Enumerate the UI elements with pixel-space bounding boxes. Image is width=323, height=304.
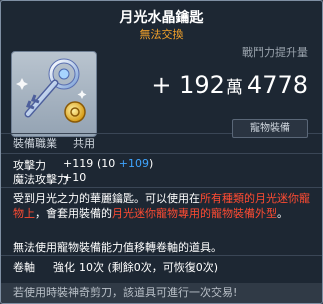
transfer-note: 無法使用寵物裝備能力值移轉卷軸的道具。 [13, 241, 222, 254]
item-name: 月光水晶鑰匙 [119, 10, 204, 26]
stat-total: +119 [63, 157, 94, 170]
power-value-a: 192 [179, 71, 225, 99]
combat-power-label: 戰鬥力提升量 [242, 46, 308, 59]
scroll-sub: 強化 [53, 261, 75, 274]
stat-total: +10 [63, 171, 87, 184]
job-row: 裝備職業 共用 [13, 135, 95, 151]
trade-status: 無法交換 [139, 28, 184, 41]
crystal-key-icon [16, 58, 87, 123]
scroll-label: 卷軸 [13, 261, 35, 274]
stat-label: 魔法攻擊力 [13, 173, 68, 186]
stat-breakdown: (10 +109) [97, 157, 154, 170]
category-tag: 寵物裝備 [232, 119, 308, 138]
item-icon-frame [11, 51, 97, 137]
power-unit: 萬 [225, 78, 243, 98]
scroll-value: 10次 (剩餘0次，可恢復0次) [79, 261, 219, 274]
job-label: 裝備職業 [13, 137, 57, 150]
scroll-info: 卷軸 強化 10次 (剩餘0次，可恢復0次) [13, 259, 218, 275]
divider [1, 255, 322, 256]
footer-note: 若使用時裝神奇剪刀，該道具可進行一次交易! [1, 283, 322, 303]
divider [1, 153, 322, 154]
item-description: 受到月光之力的華麗鑰匙。可以使用在所有種類的月光迷你寵物上，會套用裝備的月光迷你… [13, 192, 310, 220]
item-tooltip: 月光水晶鑰匙 無法交換 戰鬥力提升量 + 192萬 4778 寵物裝備 裝備職業… [0, 0, 323, 304]
divider [1, 187, 322, 188]
power-value-b: 4778 [246, 71, 308, 99]
job-value: 共用 [73, 137, 95, 150]
power-prefix: + [151, 71, 172, 99]
stat-magic-attack: 魔法攻擊力 +10 [13, 171, 86, 187]
combat-power-value: + 192萬 4778 [151, 71, 308, 99]
